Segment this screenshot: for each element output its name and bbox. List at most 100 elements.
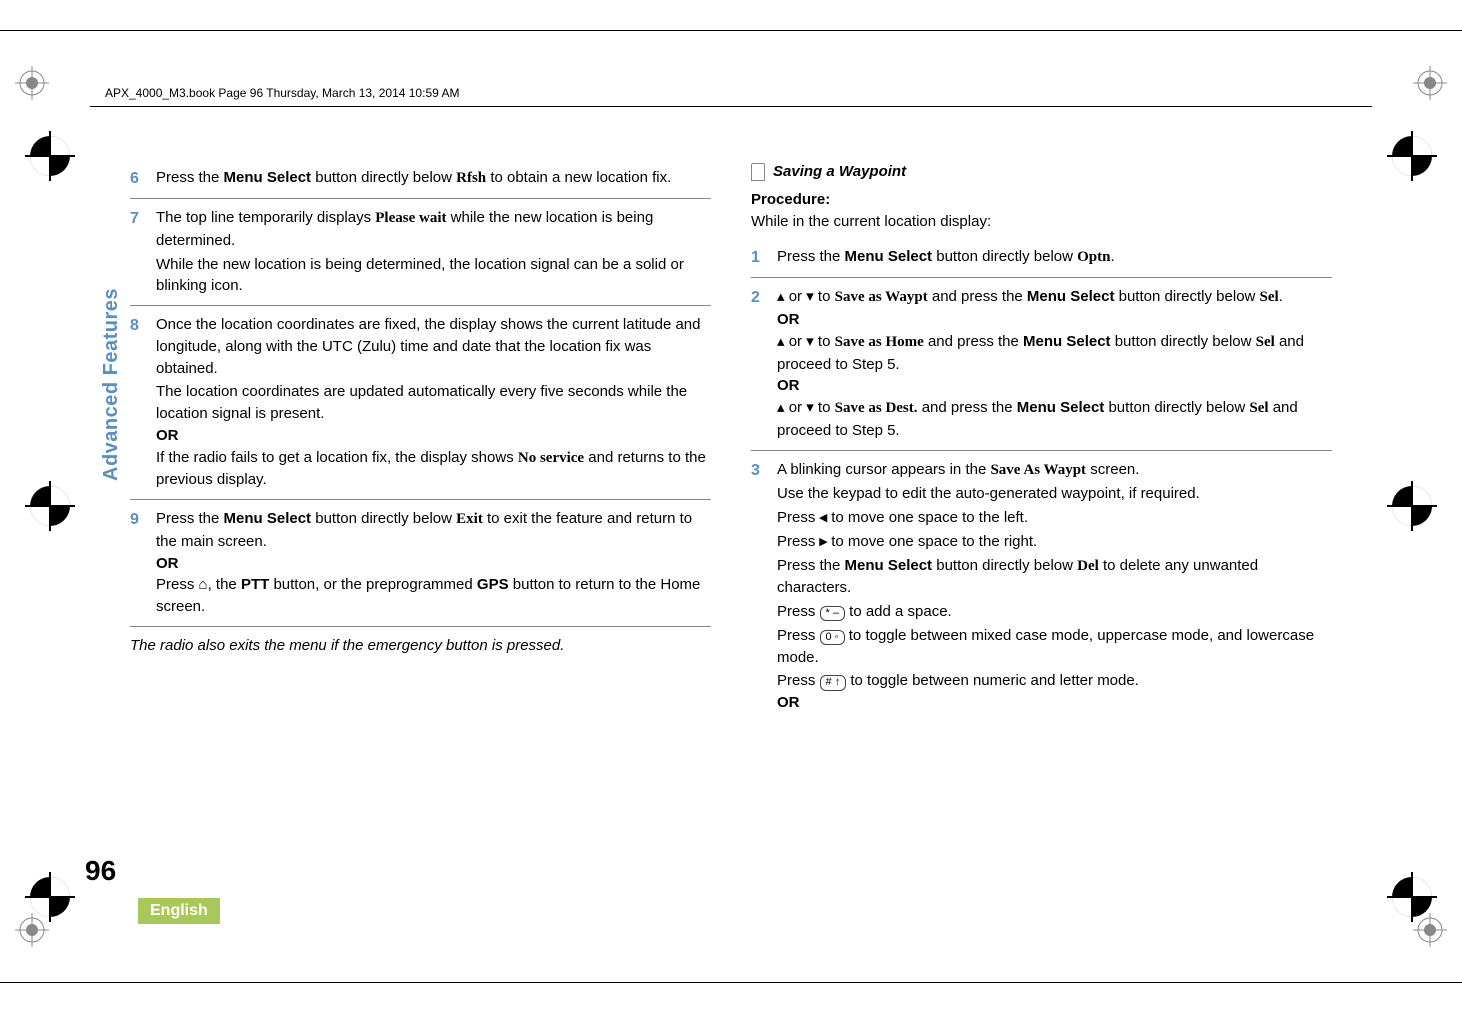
text: button directly below [932, 248, 1077, 265]
step-body: A blinking cursor appears in the Save As… [777, 459, 1332, 714]
step-3: 3 A blinking cursor appears in the Save … [751, 453, 1332, 722]
step-9: 9 Press the Menu Select button directly … [130, 502, 711, 627]
or-label: OR [777, 309, 1332, 331]
language-badge: English [138, 898, 220, 924]
text: The location coordinates are updated aut… [156, 381, 711, 425]
registration-mark-icon [25, 872, 75, 922]
left-arrow-icon: ◂ [820, 509, 828, 526]
right-column: Saving a Waypoint Procedure: While in th… [751, 161, 1332, 724]
softkey-del: Del [1077, 558, 1099, 574]
text: to [814, 333, 835, 350]
step-body: Once the location coordinates are fixed,… [156, 314, 711, 491]
step-body: Press the Menu Select button directly be… [156, 508, 711, 618]
header-rule [90, 106, 1372, 107]
softkey-exit: Exit [456, 511, 483, 527]
text: to [814, 288, 835, 305]
step-body: Press the Menu Select button directly be… [777, 246, 1332, 269]
text: Use the keypad to edit the auto-generate… [777, 483, 1332, 505]
text: to toggle between numeric and letter mod… [846, 672, 1139, 689]
left-column: 6 Press the Menu Select button directly … [130, 161, 711, 724]
text: screen. [1086, 461, 1139, 478]
text: or [785, 399, 807, 416]
page-header: APX_4000_M3.book Page 96 Thursday, March… [105, 86, 459, 100]
step-number: 3 [751, 459, 765, 714]
step-1: 1 Press the Menu Select button directly … [751, 240, 1332, 278]
softkey-sel: Sel [1249, 400, 1268, 416]
text: Press [777, 672, 820, 689]
menu-save-as-waypt: Save as Waypt [835, 289, 928, 305]
section-label: Advanced Features [100, 288, 123, 481]
softkey-sel: Sel [1260, 289, 1279, 305]
text: to obtain a new location fix. [486, 169, 671, 186]
menu-select-label: Menu Select [1023, 333, 1111, 350]
text: Press the [156, 510, 224, 527]
note-text: The radio also exits the menu if the eme… [130, 635, 711, 657]
step-body: The top line temporarily displays Please… [156, 207, 711, 297]
text: Press the [156, 169, 224, 186]
text: . [1111, 248, 1115, 265]
step-number: 1 [751, 246, 765, 269]
menu-save-as-dest: Save as Dest. [835, 400, 918, 416]
or-label: OR [156, 553, 711, 575]
step-number: 8 [130, 314, 144, 491]
up-arrow-icon: ▴ [777, 399, 785, 416]
step-number: 9 [130, 508, 144, 618]
text: . [1279, 288, 1283, 305]
text: While the new location is being determin… [156, 254, 711, 298]
menu-save-as-home: Save as Home [835, 334, 924, 350]
text: to add a space. [845, 603, 952, 620]
text: Press the [777, 557, 845, 574]
text: Press [777, 533, 820, 550]
or-label: OR [777, 375, 1332, 397]
page-frame: APX_4000_M3.book Page 96 Thursday, March… [0, 30, 1462, 983]
down-arrow-icon: ▾ [806, 333, 814, 350]
step-number: 6 [130, 167, 144, 190]
up-arrow-icon: ▴ [777, 333, 785, 350]
text: button directly below [1111, 333, 1256, 350]
text: The top line temporarily displays [156, 209, 375, 226]
text: A blinking cursor appears in the [777, 461, 990, 478]
text: button directly below [311, 510, 456, 527]
zero-key-icon: 0 ◦ [820, 630, 845, 645]
step-7: 7 The top line temporarily displays Plea… [130, 201, 711, 306]
softkey-optn: Optn [1077, 249, 1110, 265]
text: to move one space to the right. [827, 533, 1037, 550]
menu-select-label: Menu Select [224, 169, 312, 186]
text: Once the location coordinates are fixed,… [156, 314, 711, 379]
section-title: Saving a Waypoint [773, 161, 906, 183]
text: and press the [924, 333, 1023, 350]
step-6: 6 Press the Menu Select button directly … [130, 161, 711, 199]
text: to move one space to the left. [827, 509, 1028, 526]
registration-mark-icon [25, 481, 75, 531]
or-label: OR [156, 425, 711, 447]
text: Press [777, 603, 820, 620]
text: to [814, 399, 835, 416]
procedure-label: Procedure: [751, 189, 1332, 211]
procedure-description: While in the current location display: [751, 211, 1332, 233]
home-icon: ⌂ [199, 576, 208, 593]
text: If the radio fails to get a location fix… [156, 449, 518, 466]
or-label: OR [777, 692, 1332, 714]
section-heading: Saving a Waypoint [751, 161, 1332, 183]
menu-select-label: Menu Select [1017, 399, 1105, 416]
text: button, or the preprogrammed [269, 576, 477, 593]
text: or [785, 288, 807, 305]
ptt-label: PTT [241, 576, 269, 593]
text: to toggle between mixed case mode, upper… [777, 627, 1314, 666]
menu-select-label: Menu Select [1027, 288, 1115, 305]
step-body: ▴ or ▾ to Save as Waypt and press the Me… [777, 286, 1332, 441]
page-icon [751, 163, 765, 181]
gps-label: GPS [477, 576, 509, 593]
text: Press [777, 509, 820, 526]
text: , the [208, 576, 241, 593]
right-arrow-icon: ▸ [820, 533, 828, 550]
down-arrow-icon: ▾ [806, 399, 814, 416]
text: button directly below [1114, 288, 1259, 305]
menu-select-label: Menu Select [845, 557, 933, 574]
step-body: Press the Menu Select button directly be… [156, 167, 711, 190]
registration-mark-icon [1387, 872, 1437, 922]
softkey-sel: Sel [1256, 334, 1275, 350]
registration-mark-icon [1387, 481, 1437, 531]
step-number: 2 [751, 286, 765, 441]
registration-mark-icon [25, 131, 75, 181]
